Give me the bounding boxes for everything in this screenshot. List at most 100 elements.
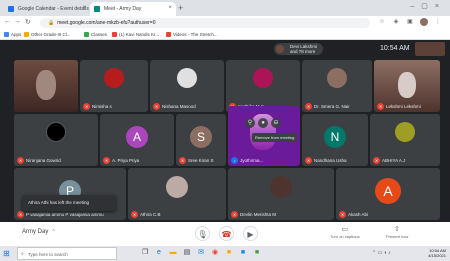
left-meeting-toast: Athira Athi has left the meeting [22, 195, 116, 211]
avatar [46, 122, 66, 142]
meeting-clock: 10:54 AM [380, 45, 410, 52]
tray-date: 4/15/2021 [428, 253, 446, 258]
participant-name: Jyothirma... [240, 158, 264, 163]
self-view-tile[interactable] [415, 42, 445, 56]
avatar [177, 68, 197, 88]
participant-tile[interactable]: ✕ Nishana Masood [150, 60, 224, 112]
camera-button[interactable]: ▶ [243, 226, 258, 241]
mic-off-icon: ✕ [83, 103, 90, 110]
participant-tile[interactable]: P ✕ P vasajamia ammu P vasajamia ammu [14, 168, 126, 220]
bookmark-videos[interactable]: Videos - The Stretch... [166, 32, 218, 37]
participant-tile[interactable]: ✕ Niranjana Gowrid [14, 114, 98, 166]
participant-name: Nandhana Usha [314, 158, 347, 163]
meeting-title: Army Day [22, 229, 49, 235]
forward-icon[interactable]: → [14, 18, 21, 25]
participant-tile[interactable]: ✕ Dr. Smera G. Nair [302, 60, 372, 112]
participant-tile[interactable]: ✕ ABHIYA A.J [370, 114, 440, 166]
present-label: Present now [386, 234, 409, 239]
tab-google-calendar[interactable]: Google Calendar - Event details × [4, 2, 90, 16]
avatar [395, 122, 415, 142]
windows-start-icon[interactable]: ⊞ [3, 249, 10, 258]
participant-tile[interactable] [14, 60, 78, 112]
taskbar-search-placeholder: Type here to search [28, 252, 68, 257]
app-icon[interactable]: ■ [224, 248, 234, 258]
presenter-chip[interactable]: Devi Lakshmi and 78 more [274, 43, 324, 55]
plus-icon[interactable]: + [178, 3, 183, 13]
pin-icon[interactable]: ⚲ [245, 118, 255, 128]
chevron-up-icon: ⌃ [51, 229, 56, 235]
presenter-subtitle: and 78 more [290, 48, 316, 54]
meet-control-bar: Army Day ⌃ 🎙 ☎ ▶ ▭ Turn on captions ⇧ Pre… [0, 222, 450, 246]
meeting-details-button[interactable]: Army Day ⌃ [22, 229, 56, 235]
close-icon[interactable]: × [168, 5, 172, 11]
remove-icon[interactable]: ⊖ [271, 118, 281, 128]
participant-name: P vasajamia ammu P vasajamia ammu [26, 212, 104, 217]
captions-button[interactable]: ▭ Turn on captions [330, 225, 360, 239]
address-bar: ← → ↻ 🔒 meet.google.com/ane-mkzb-efu?auth… [0, 16, 450, 30]
avatar[interactable] [420, 18, 428, 26]
tooltip: Remove from meeting [252, 133, 298, 142]
edge-icon[interactable]: e [154, 248, 164, 258]
youtube-icon [166, 32, 171, 37]
tab-meet[interactable]: Meet - Army Day × [90, 2, 176, 16]
store-icon[interactable]: ▤ [182, 248, 192, 258]
mail-icon[interactable]: ✉ [196, 248, 206, 258]
bookmark-classes[interactable]: Classes [84, 32, 107, 37]
tab-title: Meet - Army Day [104, 6, 142, 12]
mic-off-icon: ✕ [305, 103, 312, 110]
participant-video [398, 72, 416, 98]
participant-tile[interactable]: S ✕ Sree Kiran S [176, 114, 226, 166]
app-icon[interactable]: ■ [238, 248, 248, 258]
participant-tile[interactable]: ✕ Lekshmi Lekshmi [374, 60, 440, 112]
participant-name: ABHIYA A.J [382, 158, 406, 163]
participant-name: Devlin Merishta M [240, 212, 277, 217]
participant-tile[interactable]: ✕ Karthika M.S [226, 60, 300, 112]
system-tray-icons[interactable]: ⌃ ▭ ◖ ♪ [372, 250, 391, 256]
participant-tile[interactable]: ✕ Nimisha s [80, 60, 148, 112]
participant-tile[interactable]: ✕ Devlin Merishta M [228, 168, 334, 220]
app-icon[interactable]: ■ [252, 248, 262, 258]
mic-off-icon: ✕ [17, 211, 24, 218]
participant-tile[interactable]: ✕ Athira C.B [128, 168, 226, 220]
browser-tab-strip: Google Calendar - Event details × Meet -… [0, 0, 450, 16]
participant-name: Nishana Masood [162, 104, 196, 109]
avatar [253, 68, 273, 88]
participant-tile[interactable]: A ✕ A. Priya Priya [100, 114, 174, 166]
camera-indicator-icon[interactable]: ▣ [406, 18, 414, 26]
bookmark-apps[interactable]: Apps [4, 32, 21, 37]
mic-off-icon: ✕ [373, 157, 380, 164]
participant-tile[interactable]: A ✕ Akash Abi [336, 168, 440, 220]
mic-off-icon: ✕ [131, 211, 138, 218]
mic-icon: 🎙 [197, 230, 208, 239]
chrome-icon[interactable]: ◉ [210, 248, 220, 258]
windows-taskbar: ⊞ ⌕ Type here to search ❐ e ▬ ▤ ✉ ◉ ■ ■ … [0, 246, 450, 261]
extension-icon[interactable]: ◈ [392, 18, 400, 26]
bookmark-kavi[interactable]: (1) Kavi Nandis Kr... [112, 32, 159, 37]
bookmarks-bar: Apps Other Grade-III Cl... Classes (1) K… [0, 30, 450, 40]
close-icon[interactable]: × [82, 5, 86, 11]
avatar: A [375, 178, 401, 204]
leave-call-button[interactable]: ☎ [219, 226, 234, 241]
mute-icon[interactable]: ● [258, 118, 268, 128]
system-clock[interactable]: 10:54 AM 4/15/2021 [428, 248, 446, 258]
avatar: S [190, 126, 212, 148]
avatar [104, 68, 124, 88]
mic-off-icon: ✕ [153, 103, 160, 110]
task-view-icon[interactable]: ❐ [140, 248, 150, 258]
star-icon[interactable]: ☆ [378, 18, 386, 26]
meet-icon [94, 6, 100, 12]
window-controls[interactable]: –▢× [410, 2, 446, 10]
participant-tile[interactable]: N ✕ Nandhana Usha [302, 114, 368, 166]
reload-icon[interactable]: ↻ [25, 18, 31, 26]
mic-button[interactable]: 🎙 [195, 226, 210, 241]
menu-kebab-icon[interactable]: ⋮ [434, 18, 442, 26]
lock-icon: 🔒 [48, 20, 55, 26]
bookmark-other[interactable]: Other Grade-III Cl... [24, 32, 71, 37]
participant-name: Niranjana Gowrid [26, 158, 61, 163]
url-input[interactable]: 🔒 meet.google.com/ane-mkzb-efu?authuser=0 [40, 18, 370, 28]
taskbar-search-input[interactable]: ⌕ Type here to search [17, 247, 117, 260]
file-explorer-icon[interactable]: ▬ [168, 248, 178, 258]
present-button[interactable]: ⇧ Present now [386, 225, 408, 239]
mic-off-icon: ✕ [377, 103, 384, 110]
back-icon[interactable]: ← [4, 18, 11, 25]
